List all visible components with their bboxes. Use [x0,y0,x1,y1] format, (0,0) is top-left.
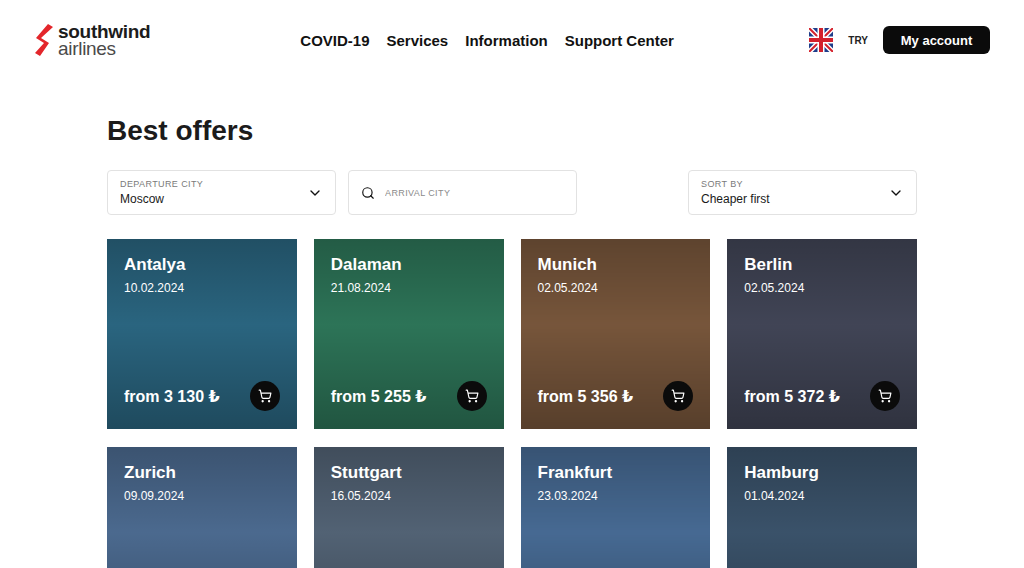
uk-flag-icon[interactable] [809,28,833,52]
search-icon [361,186,375,200]
offer-card[interactable]: Dalaman 21.08.2024 from 5 255 ₺ [314,239,504,429]
offer-city: Frankfurt [538,463,694,483]
cart-icon [465,389,479,403]
cart-icon [878,389,892,403]
page-title: Best offers [107,114,917,148]
offer-card[interactable]: Zurich 09.09.2024 [107,447,297,568]
offer-card[interactable]: Berlin 02.05.2024 from 5 372 ₺ [727,239,917,429]
nav-item[interactable]: Support Center [565,32,674,49]
departure-select[interactable]: DEPARTURE CITY Moscow [107,170,336,215]
offer-city: Munich [538,255,694,275]
offer-date: 21.08.2024 [331,281,487,295]
header-actions: TRY My account [809,26,990,54]
logo-top: southwind [58,23,150,40]
offer-price: from 5 372 ₺ [744,387,840,406]
offer-card[interactable]: Hamburg 01.04.2024 [727,447,917,568]
offer-date: 23.03.2024 [538,489,694,503]
cart-icon [258,389,272,403]
logo-text: southwindairlines [58,23,150,57]
offer-price: from 5 255 ₺ [331,387,427,406]
offer-city: Hamburg [744,463,900,483]
offer-date: 10.02.2024 [124,281,280,295]
nav-item[interactable]: COVID-19 [300,32,369,49]
offer-card[interactable]: Stuttgart 16.05.2024 [314,447,504,568]
field-label: SORT BY [701,179,880,189]
offer-date: 02.05.2024 [744,281,900,295]
offer-city: Zurich [124,463,280,483]
currency[interactable]: TRY [848,35,868,46]
content: Best offers DEPARTURE CITY Moscow SORT BY Ch… [107,80,917,568]
offer-city: Antalya [124,255,280,275]
sort-select[interactable]: SORT BY Cheaper first [688,170,917,215]
nav-item[interactable]: Services [386,32,448,49]
logo[interactable]: southwindairlines [34,23,150,57]
arrival-input[interactable] [383,187,564,199]
field-label: DEPARTURE CITY [120,179,299,189]
arrival-search[interactable] [348,170,577,215]
nav-item[interactable]: Information [465,32,548,49]
cart-button[interactable] [870,381,900,411]
offer-card[interactable]: Antalya 10.02.2024 from 3 130 ₺ [107,239,297,429]
logo-bottom: airlines [58,40,150,57]
filters: DEPARTURE CITY Moscow SORT BY Cheaper first [107,170,917,215]
page: southwindairlines COVID-19 Services Informa… [0,0,1024,568]
offer-price: from 3 130 ₺ [124,387,220,406]
cart-icon [671,389,685,403]
offer-city: Stuttgart [331,463,487,483]
cart-button[interactable] [457,381,487,411]
offer-card[interactable]: Munich 02.05.2024 from 5 356 ₺ [521,239,711,429]
offer-price: from 5 356 ₺ [538,387,634,406]
offer-city: Berlin [744,255,900,275]
chevron-down-icon [888,185,904,201]
main-nav: COVID-19 Services Information Support Cente… [300,32,674,49]
offer-date: 02.05.2024 [538,281,694,295]
offer-date: 01.04.2024 [744,489,900,503]
field-value: Cheaper first [701,192,880,206]
chevron-down-icon [307,185,323,201]
account-button[interactable]: My account [883,26,990,54]
offers-grid: Antalya 10.02.2024 from 3 130 ₺ Dalaman 21.0… [107,239,917,568]
cart-button[interactable] [663,381,693,411]
field-value: Moscow [120,192,299,206]
cart-button[interactable] [250,381,280,411]
offer-date: 09.09.2024 [124,489,280,503]
offer-date: 16.05.2024 [331,489,487,503]
offer-city: Dalaman [331,255,487,275]
offer-card[interactable]: Frankfurt 23.03.2024 [521,447,711,568]
header: southwindairlines COVID-19 Services Informa… [0,0,1024,80]
logo-mark-icon [34,23,54,57]
